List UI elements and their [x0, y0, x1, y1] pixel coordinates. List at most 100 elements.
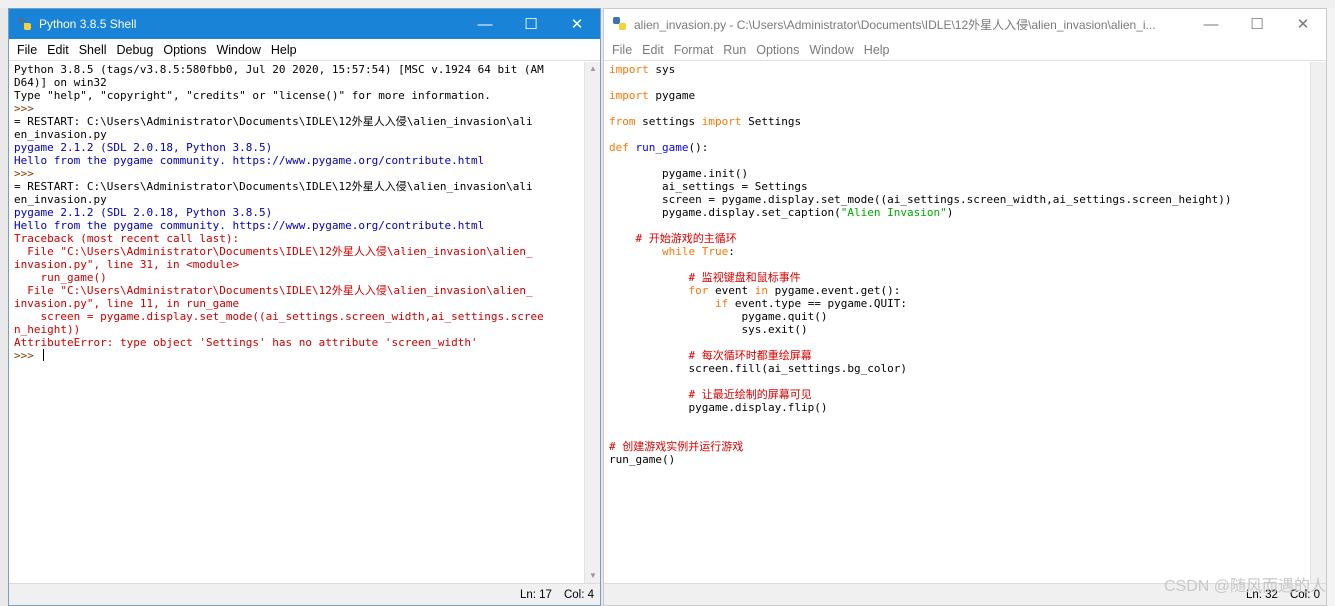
code-line: screen.fill(ai_settings.bg_color) — [609, 362, 1305, 375]
code-token: # 监视键盘和鼠标事件 — [609, 271, 801, 284]
menu-run[interactable]: Run — [718, 43, 751, 57]
code-line: for event in pygame.event.get(): — [609, 284, 1305, 297]
menu-debug[interactable]: Debug — [112, 43, 159, 57]
shell-line: pygame 2.1.2 (SDL 2.0.18, Python 3.8.5) — [14, 206, 273, 219]
code-line: pygame.init() — [609, 167, 1305, 180]
shell-line: AttributeError: type object 'Settings' h… — [14, 336, 478, 349]
minimize-icon[interactable]: — — [462, 9, 508, 39]
code-token: # 开始游戏的主循环 — [609, 232, 737, 245]
shell-line: Hello from the pygame community. https:/… — [14, 154, 485, 167]
text-cursor — [42, 349, 44, 361]
shell-titlebar[interactable]: Python 3.8.5 Shell — ☐ ✕ — [9, 9, 600, 39]
code-token: Settings — [741, 115, 802, 128]
shell-line: >>> — [14, 349, 579, 362]
shell-line: = RESTART: C:\Users\Administrator\Docume… — [14, 115, 533, 128]
editor-titlebar[interactable]: alien_invasion.py - C:\Users\Administrat… — [604, 9, 1326, 39]
shell-line: screen = pygame.display.set_mode((ai_set… — [14, 310, 544, 323]
menu-file[interactable]: File — [12, 43, 42, 57]
maximize-icon[interactable]: ☐ — [508, 9, 554, 39]
shell-title: Python 3.8.5 Shell — [39, 17, 137, 31]
code-line: pygame.quit() — [609, 310, 1305, 323]
status-column: Col: 4 — [563, 588, 594, 601]
code-token: screen = pygame.display.set_mode((ai_set… — [609, 193, 1232, 206]
code-line: ai_settings = Settings — [609, 180, 1305, 193]
code-token: True — [701, 245, 729, 258]
code-token: pygame — [648, 89, 696, 102]
code-line: screen = pygame.display.set_mode((ai_set… — [609, 193, 1305, 206]
close-icon[interactable]: ✕ — [1280, 9, 1326, 39]
menu-window[interactable]: Window — [804, 43, 858, 57]
shell-output-area[interactable]: Python 3.8.5 (tags/v3.8.5:580fbb0, Jul 2… — [9, 62, 584, 583]
shell-line: File "C:\Users\Administrator\Documents\I… — [14, 284, 533, 297]
shell-line: invasion.py", line 11, in run_game — [14, 297, 240, 310]
menu-help[interactable]: Help — [266, 43, 302, 57]
shell-window[interactable]: Python 3.8.5 Shell — ☐ ✕ File Edit Shell… — [8, 8, 601, 606]
code-token: from — [609, 115, 636, 128]
code-token: if — [714, 297, 729, 310]
code-line: # 监视键盘和鼠标事件 — [609, 271, 1305, 284]
editor-window[interactable]: alien_invasion.py - C:\Users\Administrat… — [603, 8, 1327, 606]
scroll-up-icon[interactable]: ▲ — [585, 62, 601, 76]
watermark: CSDN @随风而遇的人 — [1163, 578, 1326, 595]
shell-menubar: File Edit Shell Debug Options Window Hel… — [9, 39, 600, 61]
shell-scrollbar[interactable]: ▲ ▼ — [584, 62, 600, 583]
code-token: run_game() — [609, 453, 676, 466]
menu-edit[interactable]: Edit — [637, 43, 669, 57]
maximize-icon[interactable]: ☐ — [1234, 9, 1280, 39]
menu-edit[interactable]: Edit — [42, 43, 74, 57]
code-token: import — [609, 89, 649, 102]
code-token: pygame.event.get(): — [767, 284, 901, 297]
code-token: ai_settings = Settings — [609, 180, 808, 193]
code-line: pygame.display.flip() — [609, 401, 1305, 414]
menu-options[interactable]: Options — [751, 43, 804, 57]
menu-file[interactable]: File — [607, 43, 637, 57]
code-token: pygame.display.set_caption( — [609, 206, 841, 219]
code-line: # 每次循环时都重绘屏幕 — [609, 349, 1305, 362]
shell-line: run_game() — [14, 271, 107, 284]
background-edge — [1327, 8, 1335, 606]
code-line: # 开始游戏的主循环 — [609, 232, 1305, 245]
menu-help[interactable]: Help — [859, 43, 895, 57]
code-token: # 让最近绘制的屏幕可见 — [609, 388, 812, 401]
code-line: sys.exit() — [609, 323, 1305, 336]
close-icon[interactable]: ✕ — [554, 9, 600, 39]
menu-options[interactable]: Options — [158, 43, 211, 57]
shell-line: D64)] on win32 — [14, 76, 107, 89]
shell-line: File "C:\Users\Administrator\Documents\I… — [14, 245, 533, 258]
editor-scrollbar[interactable] — [1310, 62, 1326, 583]
python-file-icon — [612, 16, 628, 32]
menu-format[interactable]: Format — [669, 43, 719, 57]
shell-line: >>> — [14, 102, 41, 115]
code-line: run_game() — [609, 453, 1305, 466]
code-token: pygame.display.flip() — [609, 401, 828, 414]
code-token: pygame.quit() — [609, 310, 828, 323]
shell-line: pygame 2.1.2 (SDL 2.0.18, Python 3.8.5) — [14, 141, 273, 154]
code-token: event — [708, 284, 755, 297]
scroll-down-icon[interactable]: ▼ — [585, 569, 601, 583]
minimize-icon[interactable]: — — [1188, 9, 1234, 39]
shell-line: n_height)) — [14, 323, 81, 336]
shell-line: Type "help", "copyright", "credits" or "… — [14, 89, 491, 102]
shell-line: >>> — [14, 167, 41, 180]
code-token: import — [609, 63, 649, 76]
shell-line: Python 3.8.5 (tags/v3.8.5:580fbb0, Jul 2… — [14, 63, 544, 76]
code-line: if event.type == pygame.QUIT: — [609, 297, 1305, 310]
shell-line: = RESTART: C:\Users\Administrator\Docume… — [14, 180, 533, 193]
code-token: sys.exit() — [609, 323, 808, 336]
code-token: ) — [946, 206, 954, 219]
code-line: from settings import Settings — [609, 115, 1305, 128]
code-token: in — [754, 284, 768, 297]
menu-shell[interactable]: Shell — [74, 43, 112, 57]
editor-title: alien_invasion.py - C:\Users\Administrat… — [634, 17, 1156, 32]
menu-window[interactable]: Window — [211, 43, 265, 57]
code-editor-area[interactable]: import sys import pygame from settings imp… — [604, 62, 1310, 583]
code-token: # 每次循环时都重绘屏幕 — [609, 349, 812, 362]
